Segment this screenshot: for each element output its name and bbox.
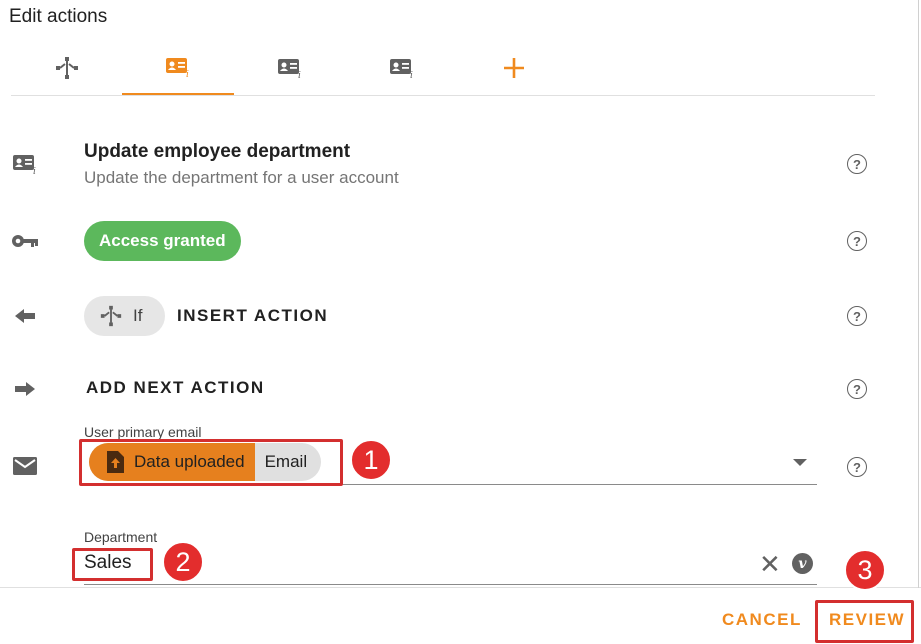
email-field-label: User primary email <box>84 424 202 440</box>
page-title: Edit actions <box>9 6 108 27</box>
tab-action-2[interactable]: i <box>234 40 346 95</box>
close-icon[interactable]: ✕ <box>759 551 781 577</box>
svg-text:i: i <box>33 167 36 175</box>
if-condition-chip[interactable]: If <box>84 296 165 336</box>
flow-icon <box>100 305 122 327</box>
svg-text:i: i <box>410 71 413 79</box>
access-status-chip: Access granted <box>84 221 241 261</box>
id-card-icon: i <box>390 58 413 79</box>
tab-action-1[interactable]: i <box>122 40 234 95</box>
id-card-icon: i <box>11 150 39 178</box>
add-next-action-button[interactable]: ADD NEXT ACTION <box>86 378 265 398</box>
arrow-left-icon <box>11 302 39 330</box>
mail-icon <box>11 452 39 480</box>
panel-edge <box>918 0 919 588</box>
action-tabs: i i i <box>11 40 875 96</box>
tab-action-3[interactable]: i <box>346 40 458 95</box>
help-icon[interactable]: ? <box>847 231 867 251</box>
help-icon[interactable]: ? <box>847 154 867 174</box>
svg-text:i: i <box>298 71 301 79</box>
cancel-button[interactable]: CANCEL <box>722 610 802 630</box>
insert-action-button[interactable]: INSERT ACTION <box>177 306 328 326</box>
action-title: Update employee department <box>84 141 351 162</box>
department-field-label: Department <box>84 529 158 545</box>
highlight-box-department <box>72 548 153 581</box>
help-icon[interactable]: ? <box>847 457 867 477</box>
highlight-box-review <box>815 600 914 643</box>
plus-icon <box>504 57 524 78</box>
variable-icon[interactable]: v <box>792 553 813 574</box>
help-icon[interactable]: ? <box>847 379 867 399</box>
tab-add-action[interactable] <box>458 40 570 95</box>
id-card-icon: i <box>278 58 301 79</box>
chevron-down-icon[interactable] <box>793 459 807 466</box>
action-subtitle: Update the department for a user account <box>84 168 399 187</box>
flow-icon <box>56 56 78 79</box>
footer-divider <box>0 587 921 588</box>
id-card-icon: i <box>166 57 189 78</box>
help-icon[interactable]: ? <box>847 306 867 326</box>
annotation-badge: 3 <box>844 549 886 591</box>
annotation-badge: 1 <box>350 439 392 481</box>
key-icon <box>11 227 39 255</box>
highlight-box-email-chip <box>79 439 343 486</box>
if-chip-label: If <box>133 306 143 325</box>
svg-text:i: i <box>186 70 189 78</box>
tab-flow[interactable] <box>11 40 123 95</box>
arrow-right-icon <box>11 375 39 403</box>
annotation-badge: 2 <box>162 541 204 583</box>
